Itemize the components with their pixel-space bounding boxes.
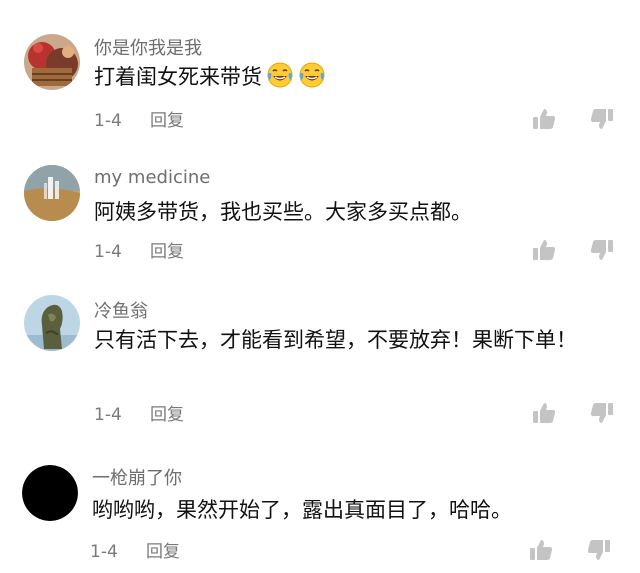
comment-date: 1-4	[94, 405, 122, 425]
username[interactable]: my medicine	[94, 167, 210, 188]
comment-date: 1-4	[94, 242, 122, 262]
comment-text: 只有活下去，才能看到希望，不要放弃！果断下单！	[94, 328, 577, 352]
username[interactable]: 一枪崩了你	[92, 464, 182, 490]
comment-item: 一枪崩了你 哟哟哟，果然开始了，露出真面目了，哈哈。 1-4 回复	[0, 445, 640, 573]
thumbs-down-icon[interactable]	[589, 400, 615, 426]
thumbs-down-icon[interactable]	[586, 537, 612, 563]
tears-of-joy-emoji-icon	[266, 61, 294, 89]
comment-text: 打着闺女死来带货	[94, 60, 614, 94]
comment-item: 冷鱼翁 只有活下去，才能看到希望，不要放弃！果断下单！ 1-4 回复	[0, 275, 640, 445]
avatar[interactable]	[22, 465, 78, 521]
reply-button[interactable]: 回复	[150, 106, 184, 131]
comment-meta: 1-4 回复	[94, 400, 184, 425]
comment-item: my medicine 阿姨多带货，我也买些。大家多买点都。 1-4 回复	[0, 140, 640, 275]
thumbs-up-icon[interactable]	[531, 106, 557, 132]
comment-text-body: 打着闺女死来带货	[94, 65, 262, 89]
avatar[interactable]	[24, 295, 80, 351]
reply-button[interactable]: 回复	[146, 537, 180, 562]
avatar[interactable]	[24, 165, 80, 221]
thumbs-down-icon[interactable]	[589, 106, 615, 132]
comment-date: 1-4	[94, 111, 122, 131]
comment-text: 阿姨多带货，我也买些。大家多买点都。	[94, 200, 472, 224]
username[interactable]: 你是你我是我	[94, 34, 202, 60]
reply-button[interactable]: 回复	[150, 237, 184, 262]
comment-meta: 1-4 回复	[94, 237, 184, 262]
username[interactable]: 冷鱼翁	[94, 297, 148, 323]
comment-item: 你是你我是我 打着闺女死来带货 1-4 回复	[0, 0, 640, 140]
comment-meta: 1-4 回复	[94, 106, 184, 131]
comment-meta: 1-4 回复	[90, 537, 180, 562]
reply-button[interactable]: 回复	[150, 400, 184, 425]
thumbs-up-icon[interactable]	[531, 237, 557, 263]
thumbs-down-icon[interactable]	[589, 237, 615, 263]
thumbs-up-icon[interactable]	[528, 537, 554, 563]
tears-of-joy-emoji-icon	[298, 61, 326, 89]
thumbs-up-icon[interactable]	[531, 400, 557, 426]
avatar[interactable]	[24, 34, 80, 90]
comment-text: 哟哟哟，果然开始了，露出真面目了，哈哈。	[92, 498, 512, 522]
comment-date: 1-4	[90, 542, 118, 562]
